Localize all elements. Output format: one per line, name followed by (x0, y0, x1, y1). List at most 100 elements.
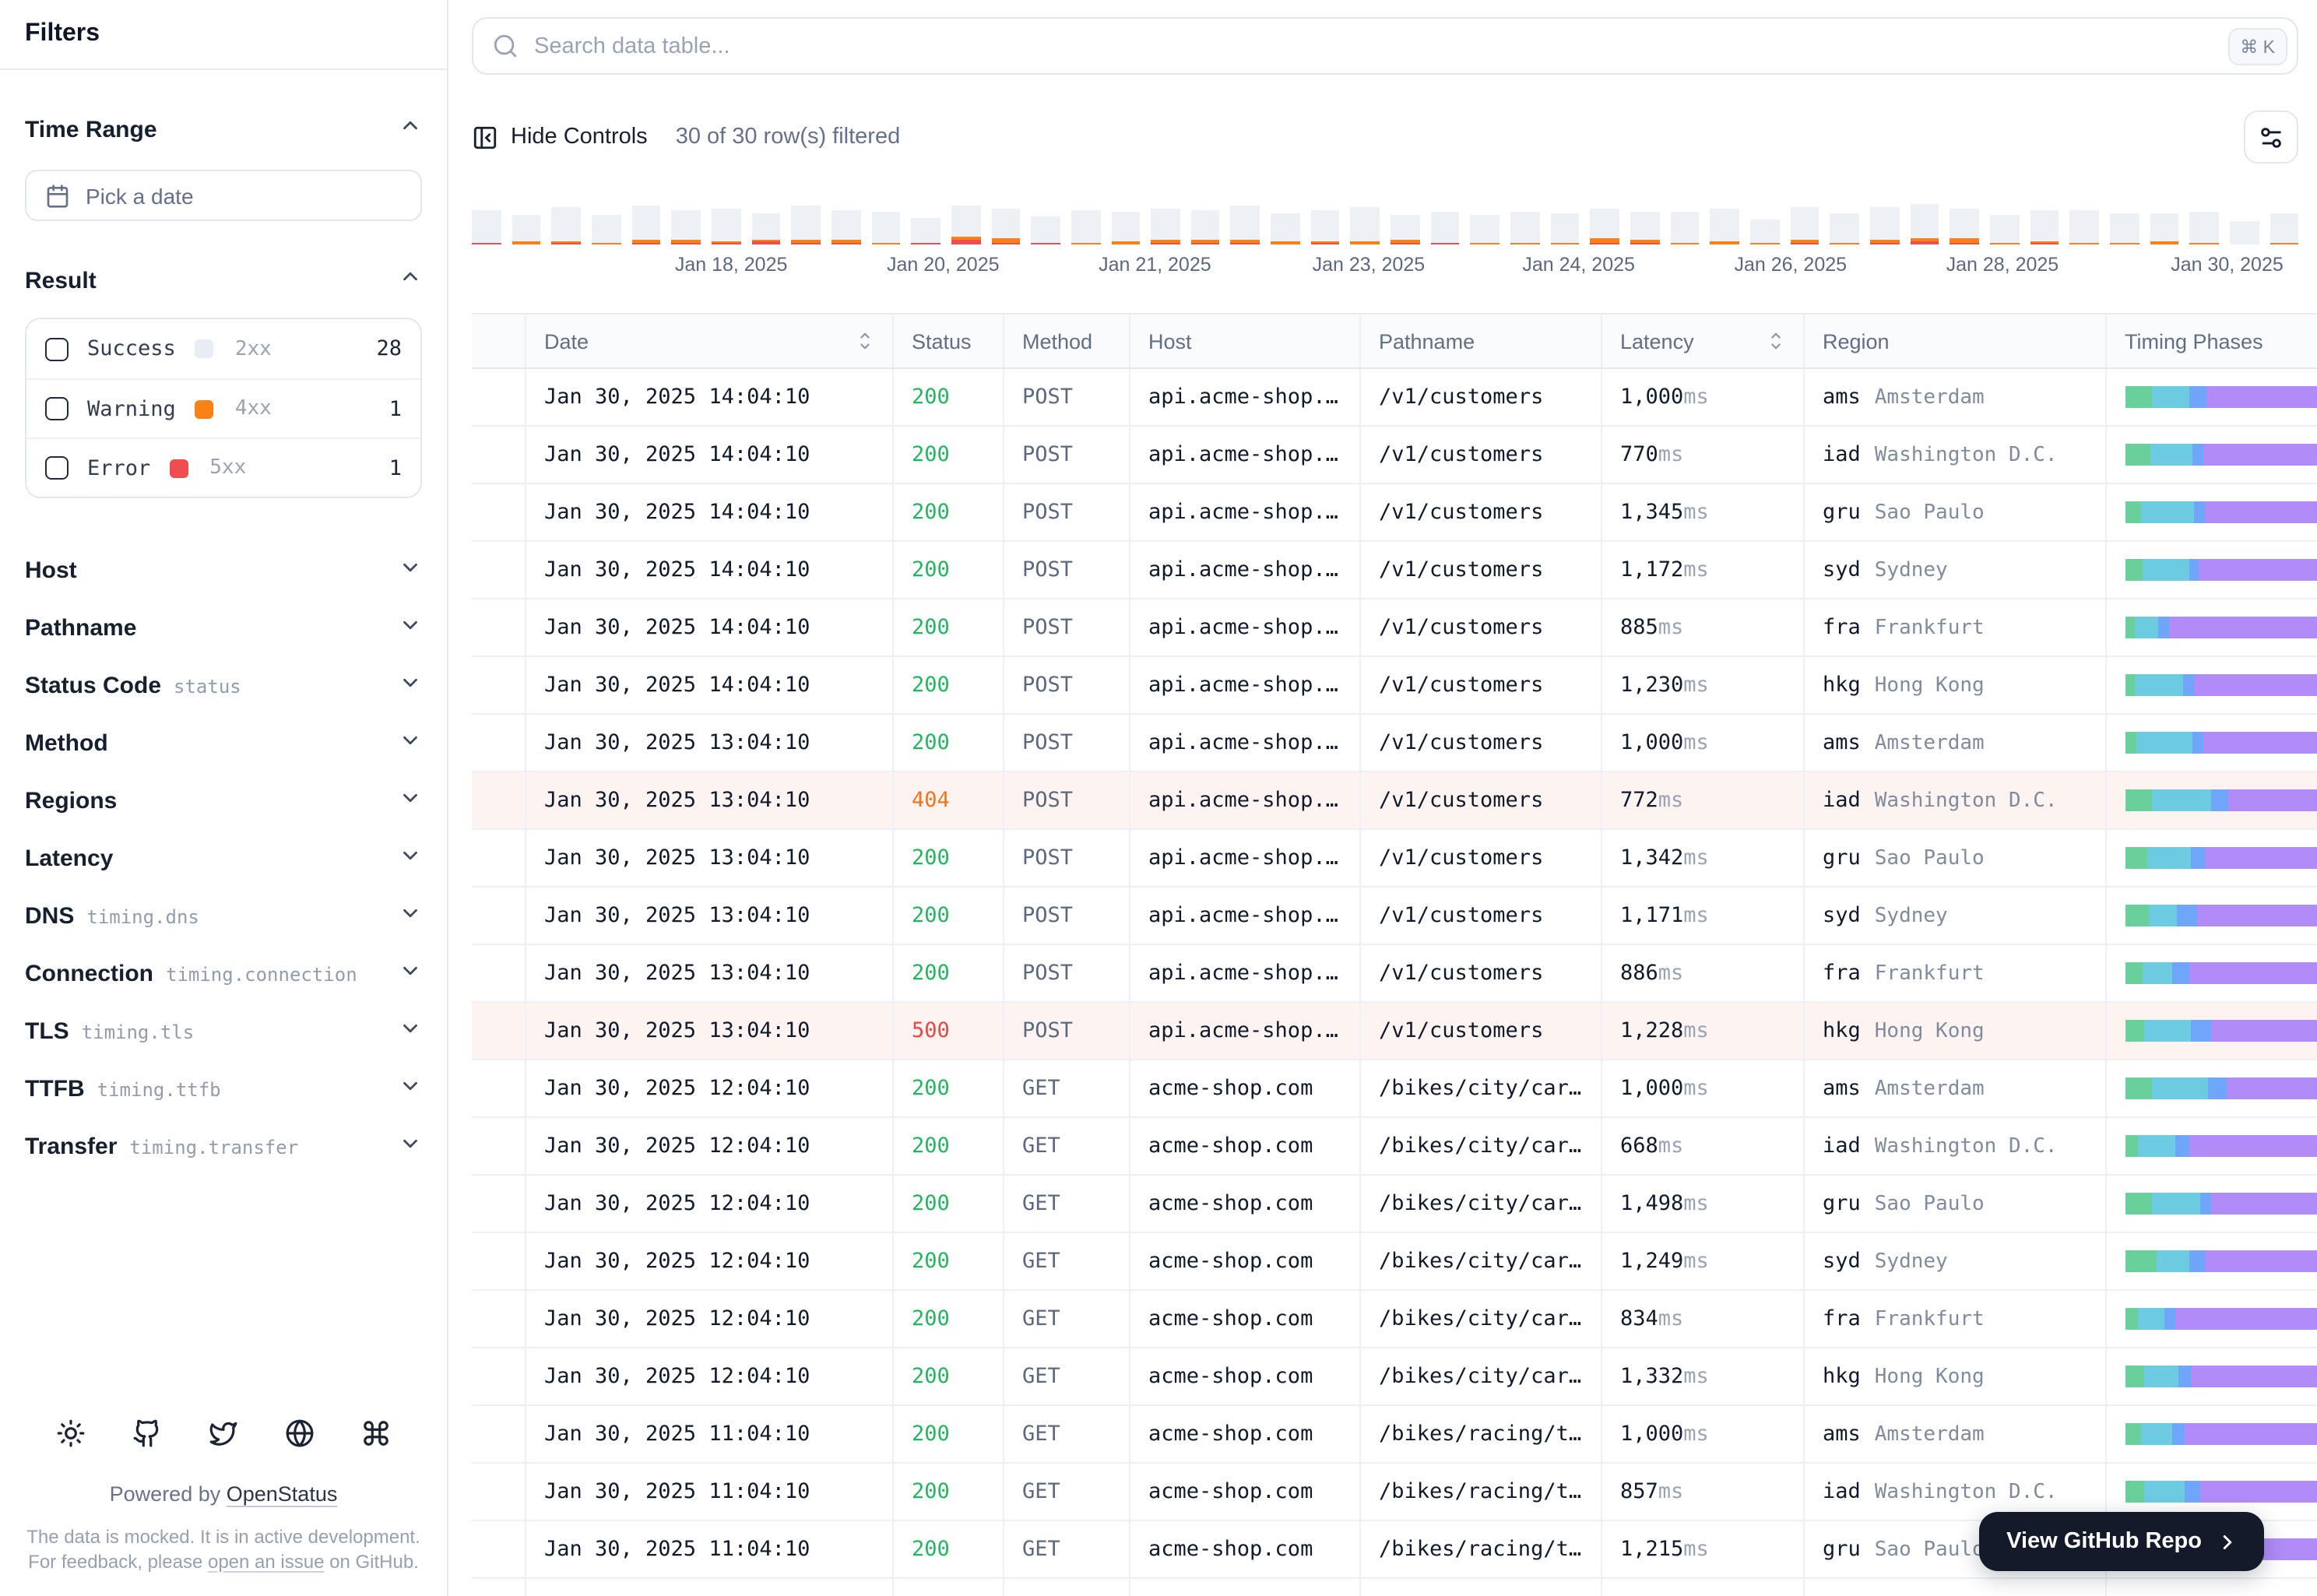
date-picker-input[interactable]: Pick a date (25, 170, 422, 221)
checkbox[interactable] (45, 337, 69, 360)
histogram-bar[interactable] (1630, 212, 1660, 244)
histogram-bar[interactable] (751, 213, 781, 244)
histogram-bar[interactable] (1391, 215, 1420, 244)
view-github-repo-button[interactable]: View GitHub Repo (1978, 1512, 2264, 1571)
sun-icon[interactable] (56, 1418, 86, 1447)
histogram-bar[interactable] (2229, 221, 2259, 244)
result-option-success[interactable]: Success 2xx 28 (26, 319, 420, 378)
column-header-host[interactable]: Host (1129, 313, 1360, 369)
column-header-region[interactable]: Region (1803, 313, 2106, 369)
open-issue-link[interactable]: open an issue (208, 1551, 324, 1573)
histogram-bar[interactable] (671, 210, 701, 244)
histogram-bar[interactable] (2109, 213, 2139, 244)
histogram-bar[interactable] (2270, 213, 2299, 244)
hide-controls-button[interactable]: Hide Controls (472, 124, 648, 150)
histogram-bar[interactable] (711, 209, 741, 244)
histogram-bar[interactable] (1750, 220, 1780, 244)
table-row[interactable]: Jan 30, 2025 12:04:10 200 GET acme-shop.com… (472, 1348, 2317, 1406)
section-host[interactable]: Host (25, 542, 422, 599)
histogram-bar[interactable] (1350, 207, 1380, 244)
result-option-warning[interactable]: Warning 4xx 1 (26, 378, 420, 438)
histogram-bar[interactable] (631, 206, 661, 244)
column-header-method[interactable]: Method (1003, 313, 1130, 369)
table-row[interactable]: Jan 30, 2025 14:04:10 200 POST api.acme-sho… (472, 599, 2317, 657)
section-connection[interactable]: Connection timing.connection (25, 945, 422, 1003)
column-header-latency[interactable]: Latency (1601, 313, 1804, 369)
column-header-timing-phases[interactable]: Timing Phases (2105, 313, 2317, 369)
histogram-bar[interactable] (1790, 207, 1819, 244)
table-row[interactable]: Jan 30, 2025 12:04:10 200 GET acme-shop.com… (472, 1060, 2317, 1118)
search-input[interactable] (534, 33, 2213, 58)
histogram-bar[interactable] (2030, 210, 2059, 244)
histogram-bar[interactable] (911, 218, 941, 244)
twitter-icon[interactable] (209, 1418, 238, 1447)
histogram-bar[interactable] (951, 206, 981, 244)
column-header-status[interactable]: Status (892, 313, 1004, 369)
histogram-bar[interactable] (1230, 206, 1260, 244)
column-header-pathname[interactable]: Pathname (1359, 313, 1602, 369)
histogram-bar[interactable] (472, 210, 501, 244)
section-ttfb[interactable]: TTFB timing.ttfb (25, 1060, 422, 1118)
histogram-bar[interactable] (1310, 210, 1340, 244)
histogram-bar[interactable] (871, 212, 901, 244)
histogram-bar[interactable] (791, 206, 821, 244)
column-header-date[interactable]: Date (525, 313, 893, 369)
histogram-bar[interactable] (1710, 209, 1739, 244)
checkbox[interactable] (45, 456, 69, 480)
table-row[interactable]: Jan 30, 2025 12:04:10 200 GET acme-shop.com… (472, 1175, 2317, 1233)
histogram-bar[interactable] (1550, 213, 1580, 244)
table-row[interactable]: Jan 30, 2025 12:04:10 200 GET acme-shop.com… (472, 1117, 2317, 1176)
github-icon[interactable] (132, 1418, 162, 1447)
section-dns[interactable]: DNS timing.dns (25, 888, 422, 945)
table-row[interactable]: Jan 30, 2025 14:04:10 200 POST api.acme-sho… (472, 541, 2317, 599)
section-time-range[interactable]: Time Range (25, 111, 422, 148)
histogram-bar[interactable] (2069, 210, 2099, 244)
section-regions[interactable]: Regions (25, 772, 422, 830)
histogram-bar[interactable] (2189, 212, 2219, 244)
histogram-bar[interactable] (1989, 215, 2020, 244)
section-transfer[interactable]: Transfer timing.transfer (25, 1118, 422, 1176)
globe-icon[interactable] (285, 1418, 315, 1447)
table-row[interactable]: Jan 30, 2025 14:04:10 200 POST api.acme-sho… (472, 426, 2317, 484)
histogram-bar[interactable] (1071, 210, 1100, 244)
histogram-bar[interactable] (1950, 209, 1979, 244)
table-row[interactable]: Jan 30, 2025 12:04:10 200 GET acme-shop.com… (472, 1232, 2317, 1291)
section-method[interactable]: Method (25, 715, 422, 772)
histogram-bar[interactable] (1670, 212, 1700, 244)
histogram-bar[interactable] (512, 215, 541, 244)
section-pathname[interactable]: Pathname (25, 599, 422, 657)
section-result[interactable]: Result (25, 262, 422, 299)
histogram-bar[interactable] (1151, 209, 1180, 244)
command-icon[interactable] (361, 1418, 391, 1447)
histogram-bar[interactable] (1031, 216, 1060, 244)
table-row[interactable]: Jan 30, 2025 11:04:10200GETacme-shop.com… (472, 1405, 2317, 1464)
histogram-bar[interactable] (2150, 213, 2179, 244)
histogram-bar[interactable] (551, 207, 581, 244)
histogram-bar[interactable] (1111, 212, 1141, 244)
histogram-bar[interactable] (1590, 209, 1620, 244)
table-row[interactable]: Jan 30, 2025 11:04:10200GETacme-shop.com… (472, 1578, 2317, 1596)
checkbox[interactable] (45, 397, 69, 420)
histogram-bar[interactable] (831, 210, 861, 244)
table-row[interactable]: Jan 30, 2025 13:04:10 200 POST api.acme-sho… (472, 944, 2317, 1003)
section-status-code[interactable]: Status Code status (25, 657, 422, 715)
section-tls[interactable]: TLS timing.tls (25, 1003, 422, 1060)
table-row[interactable]: Jan 30, 2025 14:04:10 200 POST api.acme-sho… (472, 368, 2317, 427)
table-row[interactable]: Jan 30, 2025 13:04:10 200 POST api.acme-sho… (472, 714, 2317, 772)
table-row[interactable]: Jan 30, 2025 13:04:10 200 POST api.acme-sho… (472, 829, 2317, 888)
histogram-bar[interactable] (591, 215, 621, 244)
histogram-bar[interactable] (1830, 213, 1859, 244)
openstatus-link[interactable]: OpenStatus (227, 1482, 338, 1505)
table-row[interactable]: Jan 30, 2025 13:04:10 200 POST api.acme-sho… (472, 887, 2317, 945)
section-latency[interactable]: Latency (25, 830, 422, 888)
table-row[interactable]: Jan 30, 2025 12:04:10 200 GET acme-shop.com… (472, 1290, 2317, 1348)
histogram-bar[interactable] (1510, 212, 1540, 244)
table-row[interactable]: Jan 30, 2025 13:04:10 500 POST api.acme-sho… (472, 1002, 2317, 1060)
table-row[interactable]: Jan 30, 2025 14:04:10 200 POST api.acme-sho… (472, 656, 2317, 715)
table-row[interactable]: Jan 30, 2025 13:04:10 404 POST api.acme-sho… (472, 772, 2317, 830)
table-row[interactable]: Jan 30, 2025 14:04:10 200 POST api.acme-sho… (472, 483, 2317, 542)
histogram-bar[interactable] (1271, 213, 1300, 244)
result-option-error[interactable]: Error 5xx 1 (26, 438, 420, 497)
histogram-bar[interactable] (991, 209, 1021, 244)
histogram-bar[interactable] (1869, 207, 1900, 244)
